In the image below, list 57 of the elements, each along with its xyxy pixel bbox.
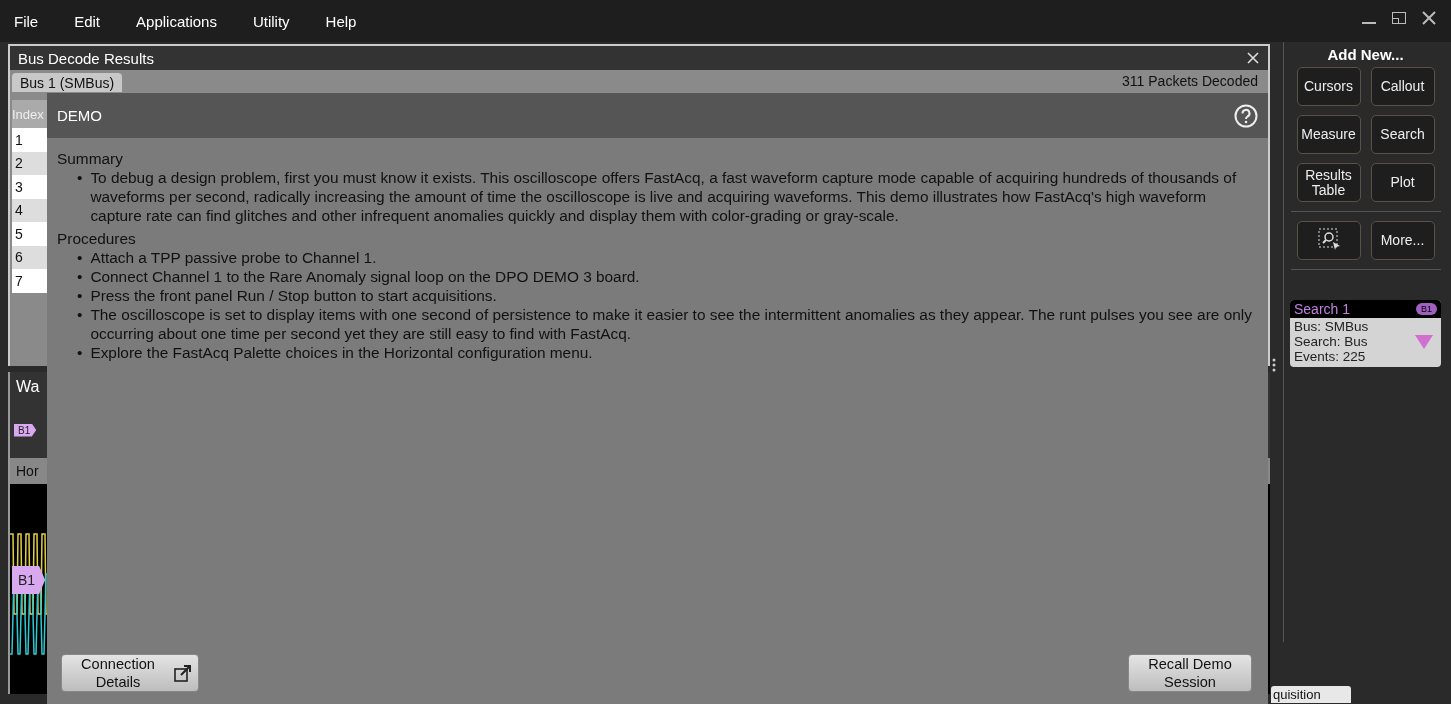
index-cell: 3 (12, 175, 50, 199)
packet-count: 311 Packets Decoded (1122, 73, 1259, 89)
search-detail: Search: Bus (1294, 334, 1369, 349)
section-heading: Summary (57, 149, 124, 168)
dialog-button[interactable]: Recall Demo Session (1128, 654, 1252, 692)
search-detail: Bus: SMBus (1294, 319, 1369, 334)
bullet-icon: • (77, 286, 83, 305)
bullet-icon: • (77, 267, 83, 286)
dialog-title: DEMO (57, 107, 102, 124)
bullet-text: To debug a design problem, first you must know it exists. This oscilloscope offers FastAcq, a fast waveform capture mode capable of acquiring hundreds of thousands of waveforms per second, radically increasing the amount of time the oscilloscope is live and acquiring waveforms. This demo illustrates how FastAcq's high waveform capture rate can find glitches and other infrequent anomalies quickly and display them with color-grading or gray-scale. (90, 168, 1238, 225)
bullet-icon: • (77, 305, 83, 343)
panel-title: Add New... (1326, 45, 1405, 65)
external-link-icon (174, 664, 192, 682)
restore-icon[interactable] (1391, 10, 1407, 26)
search-detail: Events: 225 (1294, 349, 1367, 364)
add-button[interactable]: More... (1370, 221, 1435, 260)
add-button[interactable]: Results Table (1296, 163, 1361, 202)
zoom-select-button[interactable] (1296, 221, 1361, 260)
add-button[interactable]: Measure (1296, 115, 1361, 154)
dialog-button[interactable]: Connection Details (61, 654, 199, 692)
bullet-icon: • (77, 168, 83, 225)
menu-item[interactable]: File (14, 12, 61, 30)
bus-badge: B1 (1416, 303, 1437, 315)
search-title: Search 1 (1294, 301, 1351, 317)
search-card[interactable]: Search 1 B1 Bus: SMBus Search: Bus Events: 225 (1290, 300, 1441, 367)
bullet-text: Press the front panel Run / Stop button to start acquisitions. (90, 286, 497, 305)
menu-item[interactable]: Utility (252, 12, 312, 30)
menu-item[interactable]: Edit (74, 12, 123, 30)
add-button[interactable]: Search (1370, 115, 1435, 154)
column-header: Index (12, 100, 50, 128)
bullet-text: Attach a TPP passive probe to Channel 1. (90, 248, 377, 267)
section-heading: Procedures (57, 229, 137, 248)
menu-item[interactable]: Help (325, 12, 379, 30)
add-button[interactable]: Cursors (1296, 67, 1361, 106)
add-button[interactable]: Callout (1370, 67, 1435, 106)
triangle-marker-icon (1415, 334, 1433, 349)
zoom-label: Hor (16, 463, 39, 479)
bullet-text: The oscilloscope is set to display items with one second of persistence to make it easier to see the intermittent anomalies as they appear. The runt pulses you see are only occurring about one time per second yet they are still easy to find with FastAcq. (90, 305, 1253, 343)
index-cell: 7 (12, 269, 50, 293)
menu-item[interactable]: Applications (136, 12, 239, 30)
bullet-icon: • (77, 343, 83, 362)
bullet-icon: • (77, 248, 83, 267)
panel-title: Bus Decode Results (18, 49, 154, 67)
bus-tag: B1 (14, 423, 37, 437)
index-cell: 5 (12, 222, 50, 246)
close-icon[interactable] (1421, 10, 1437, 26)
bus-tab[interactable]: Bus 1 (SMBus) (12, 73, 123, 92)
add-button[interactable]: Plot (1370, 163, 1435, 202)
help-icon[interactable] (1234, 103, 1258, 128)
index-cell: 1 (12, 128, 50, 152)
bus-tag: B1 (12, 566, 46, 594)
acquisition-tab[interactable]: quisition (1271, 686, 1351, 703)
bullet-text: Connect Channel 1 to the Rare Anomaly signal loop on the DPO DEMO 3 board. (90, 267, 640, 286)
panel-title: Wa (16, 378, 40, 396)
close-icon[interactable] (1246, 51, 1260, 65)
bullet-text: Explore the FastAcq Palette choices in the Horizontal configuration menu. (90, 343, 593, 362)
grip-icon (1272, 358, 1276, 372)
